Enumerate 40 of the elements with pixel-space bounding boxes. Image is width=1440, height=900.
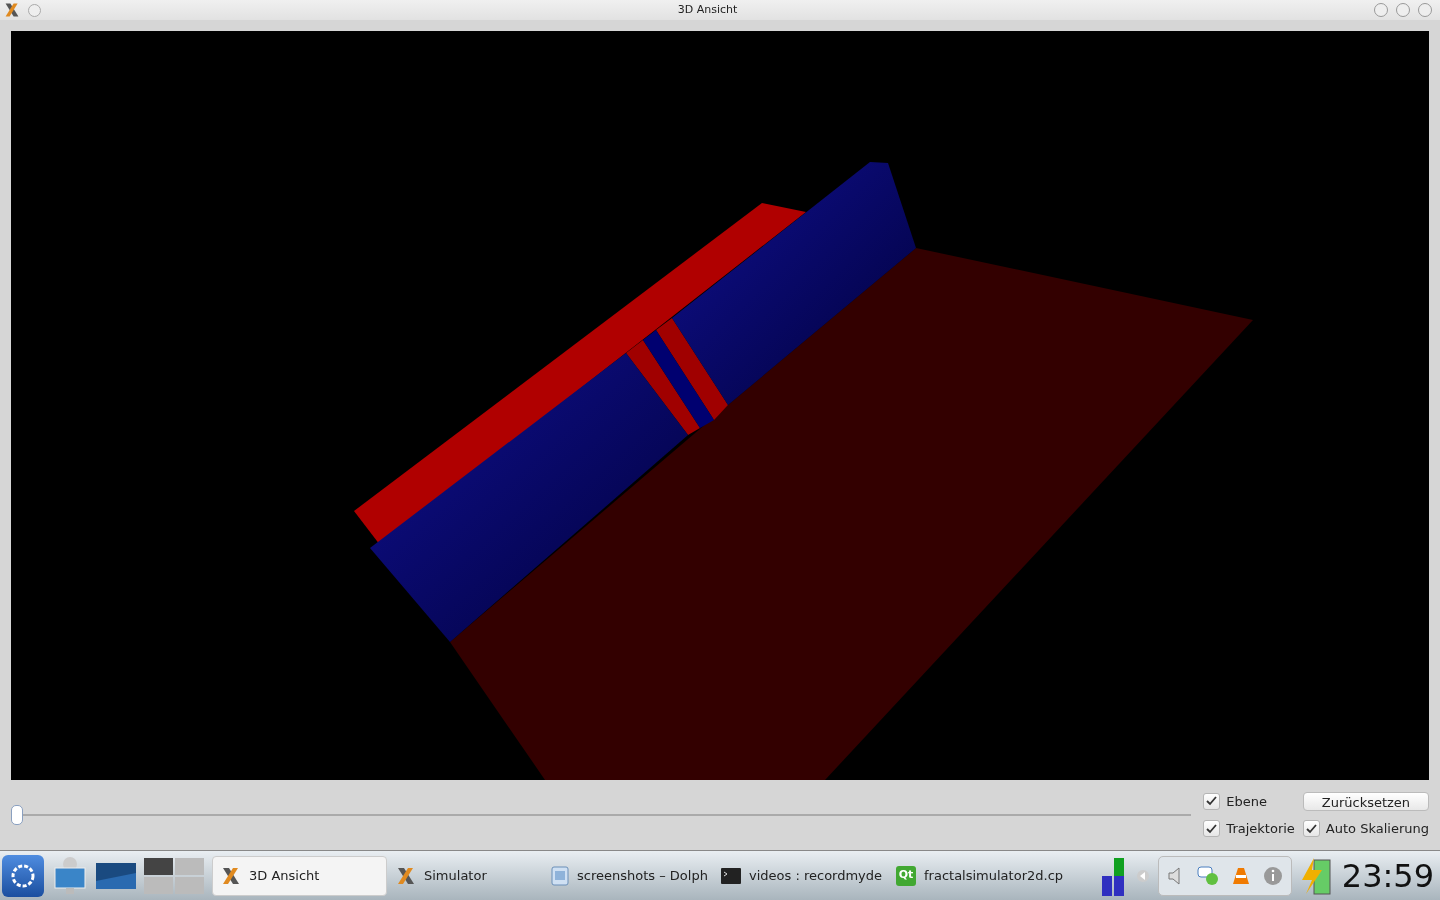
- minimize-button[interactable]: [1374, 3, 1388, 17]
- desktop-icon[interactable]: [96, 860, 136, 891]
- checkbox-label: Trajektorie: [1226, 820, 1295, 838]
- slider-thumb[interactable]: [11, 805, 23, 825]
- task-button[interactable]: videos : recordmyde: [712, 855, 887, 896]
- checkbox[interactable]: Ebene: [1203, 791, 1295, 811]
- 3d-viewport[interactable]: [11, 31, 1429, 780]
- arrow-left-icon[interactable]: [1135, 868, 1150, 883]
- slider[interactable]: [11, 805, 1192, 825]
- checkmark-icon: [1206, 823, 1218, 834]
- checkbox-box[interactable]: [1203, 792, 1221, 810]
- checkbox-box[interactable]: [1302, 820, 1320, 838]
- checkbox[interactable]: Auto Skalierung: [1302, 819, 1429, 839]
- clock[interactable]: 23:59: [1341, 851, 1438, 900]
- checkbox-label: Ebene: [1226, 792, 1268, 811]
- traffic-cone-icon[interactable]: [1230, 865, 1251, 886]
- task-button[interactable]: Qt fractalsimulator2d.cp: [887, 855, 1072, 896]
- x-logo-icon: [221, 865, 241, 886]
- checkbox-box[interactable]: [1203, 820, 1221, 838]
- reset-button[interactable]: Zurücksetzen: [1302, 791, 1429, 811]
- close-button[interactable]: [1418, 3, 1432, 17]
- document-icon: [551, 865, 569, 886]
- window-title: 3D Ansicht: [676, 1, 739, 18]
- pager[interactable]: [144, 857, 204, 894]
- info-icon[interactable]: [1262, 865, 1283, 886]
- x-logo-icon: [4, 2, 20, 18]
- x-logo-icon: [396, 865, 416, 886]
- task-button[interactable]: screenshots – Dolph: [542, 855, 712, 896]
- task-button[interactable]: Simulator: [387, 855, 542, 896]
- checkmark-icon: [1206, 796, 1218, 807]
- checkbox-label: Auto Skalierung: [1325, 820, 1429, 838]
- checkbox[interactable]: Trajektorie: [1203, 819, 1295, 839]
- terminal-icon: [721, 867, 741, 884]
- menu-button[interactable]: [28, 3, 41, 17]
- kde-menu-button[interactable]: [2, 854, 44, 897]
- qt-logo-icon: Qt: [896, 865, 916, 886]
- chat-bubble-icon[interactable]: [1196, 865, 1219, 886]
- checkmark-icon: [1305, 823, 1317, 834]
- maximize-button[interactable]: [1396, 3, 1410, 17]
- task-button[interactable]: 3D Ansicht: [212, 855, 387, 896]
